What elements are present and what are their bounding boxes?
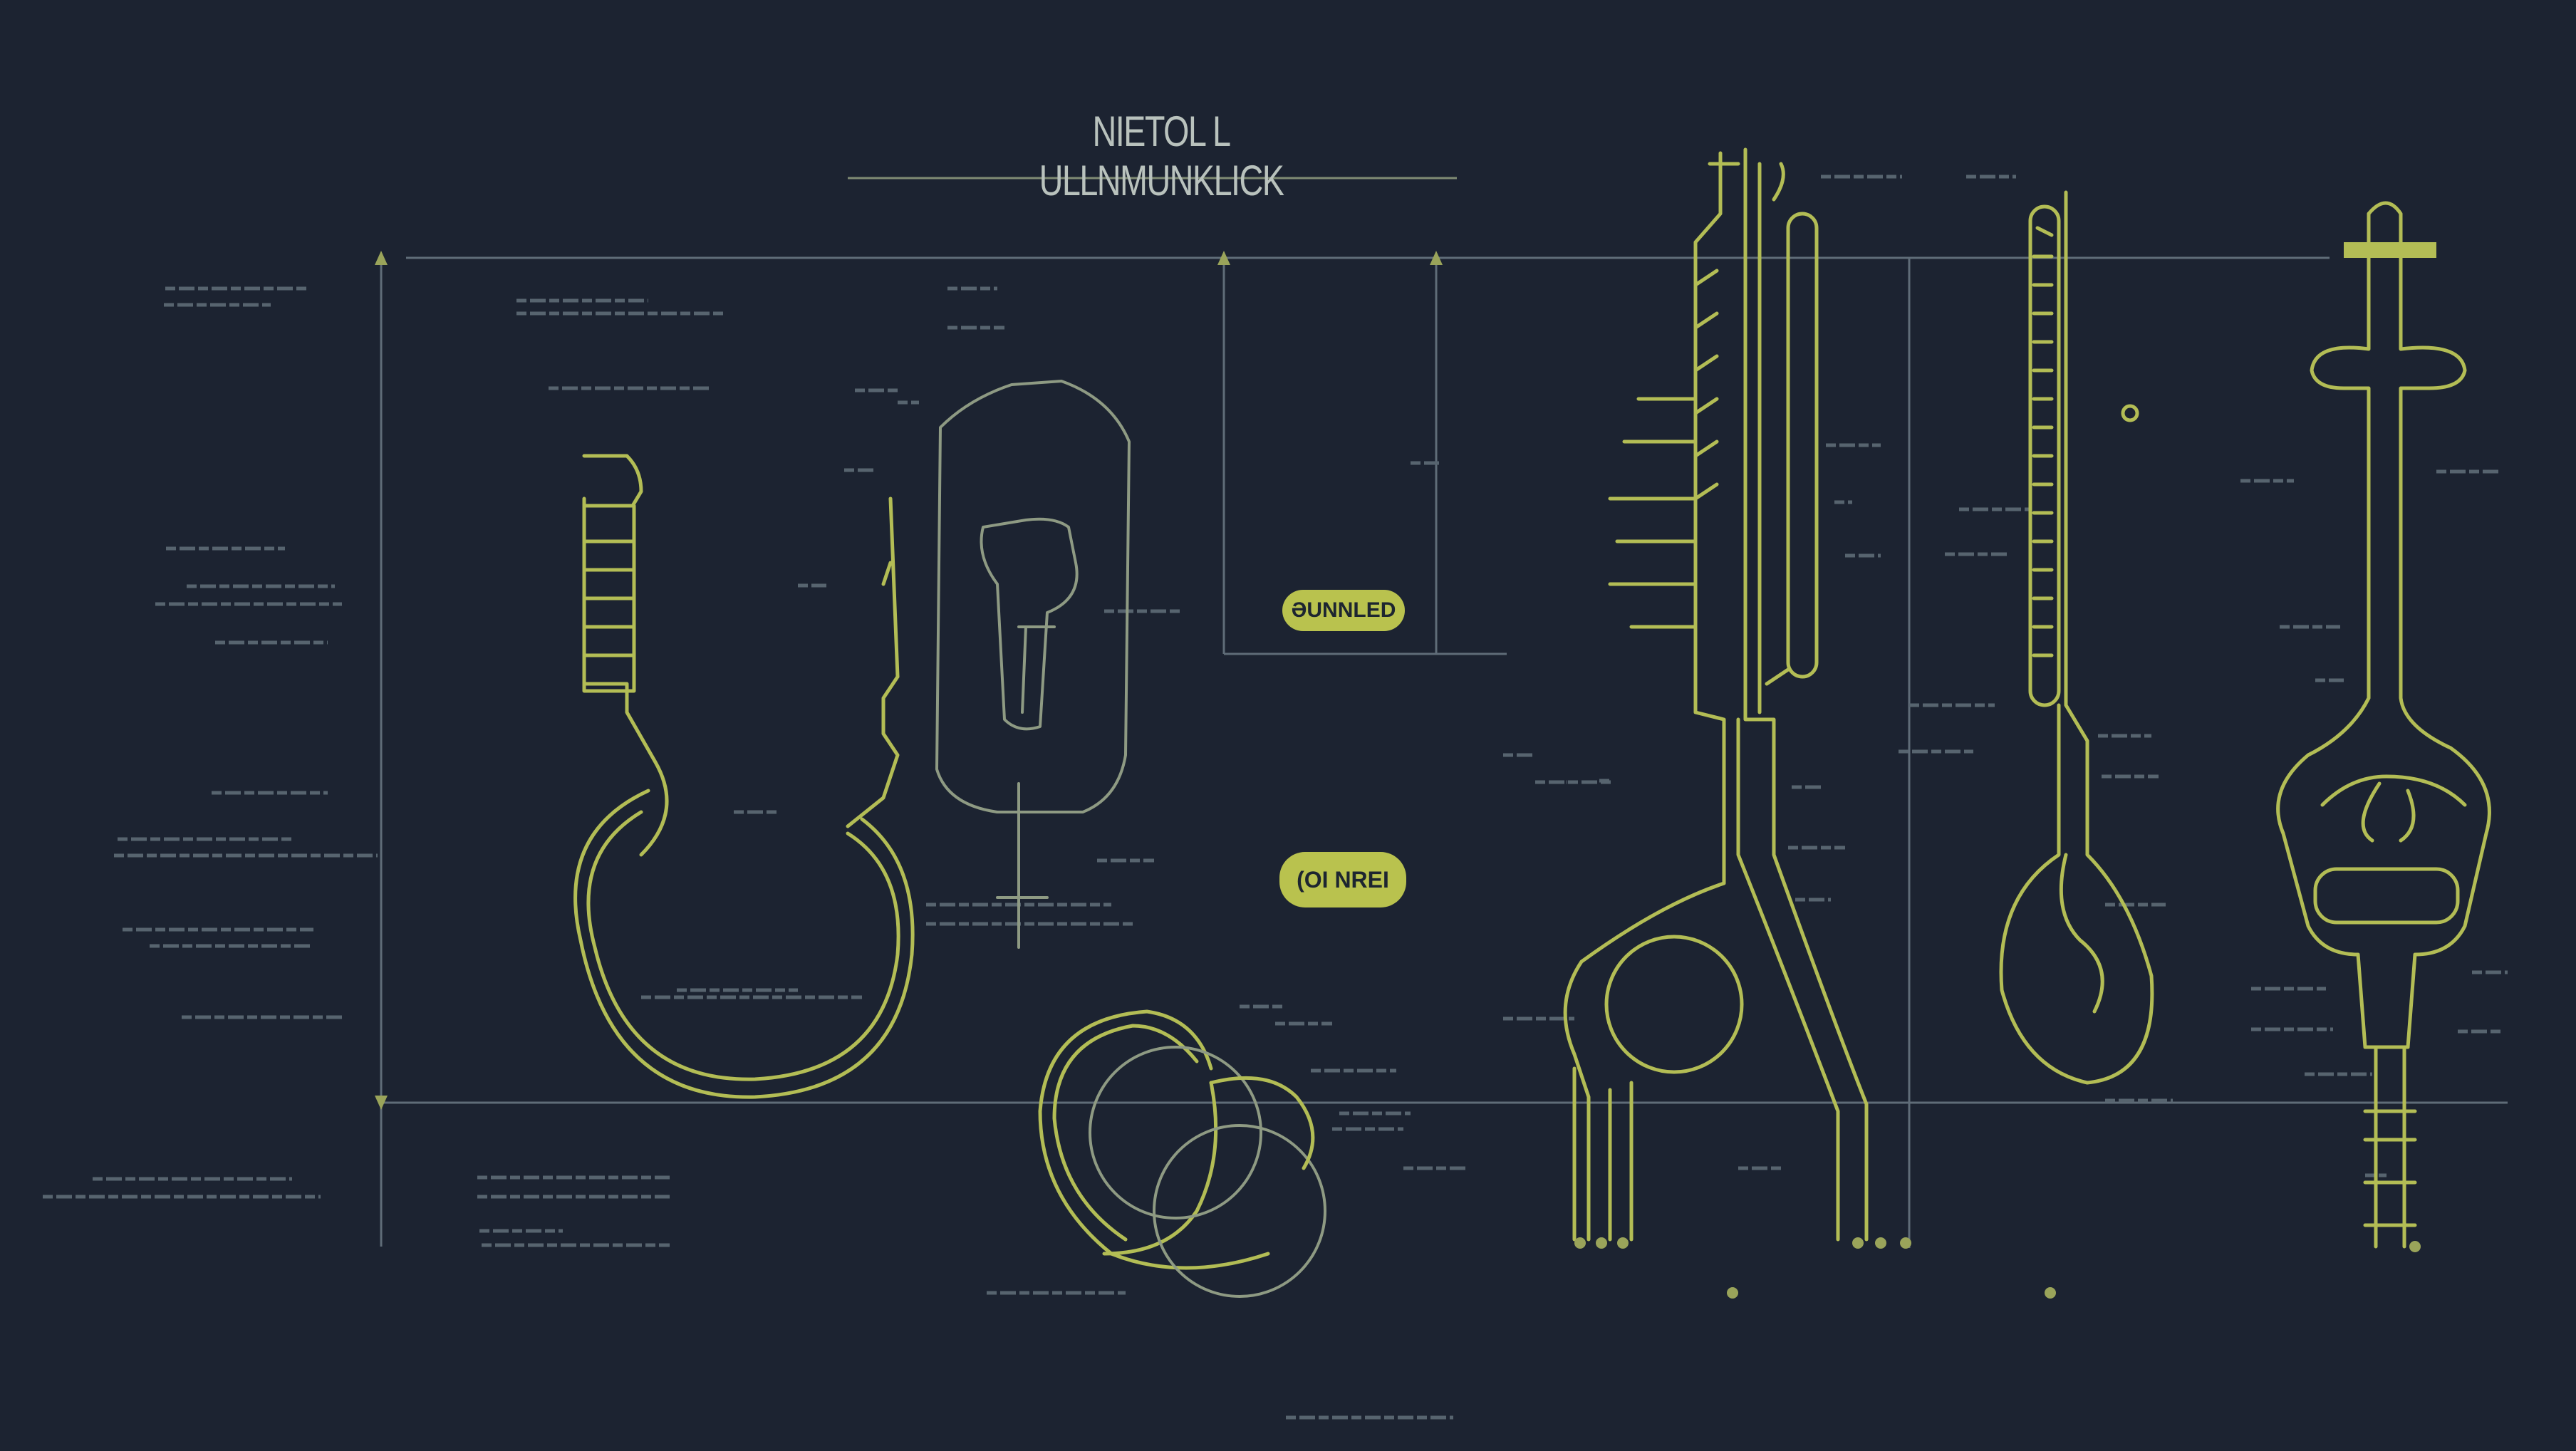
terminal-dot xyxy=(1875,1237,1886,1249)
diagram-title: NIETOL L ULLNMUNKLICK xyxy=(1039,108,1284,204)
terminal-dot xyxy=(1596,1237,1607,1249)
blueprint-drawing xyxy=(43,147,2508,1420)
part-outlines xyxy=(573,147,2491,1298)
terminal-dot xyxy=(1617,1237,1629,1249)
tool-scale-spoon xyxy=(1999,190,2154,1085)
terminal-dot xyxy=(1727,1287,1738,1299)
tool-left-loop xyxy=(573,454,915,1099)
terminal-dot xyxy=(1852,1237,1864,1249)
annotation-lines xyxy=(43,175,2508,1420)
terminal-dot xyxy=(2409,1241,2421,1252)
terminal-dot xyxy=(2045,1287,2056,1299)
tool-syringe xyxy=(2276,201,2491,1249)
terminal-dots xyxy=(1574,1237,2421,1299)
terminal-dot xyxy=(1900,1237,1911,1249)
label-badge: ƏUNNLED xyxy=(1282,590,1405,631)
label-badge: (OI NREI xyxy=(1279,852,1406,907)
blueprint-canvas: NIETOL L ULLNMUNKLICK ƏUNNLED (OI NREI xyxy=(0,0,2576,1447)
tool-spanner xyxy=(1563,147,1869,1242)
terminal-dot xyxy=(1574,1237,1586,1249)
tool-bulb xyxy=(935,380,1131,949)
tool-rings xyxy=(1038,1009,1326,1298)
guide-lines xyxy=(380,177,2508,1248)
